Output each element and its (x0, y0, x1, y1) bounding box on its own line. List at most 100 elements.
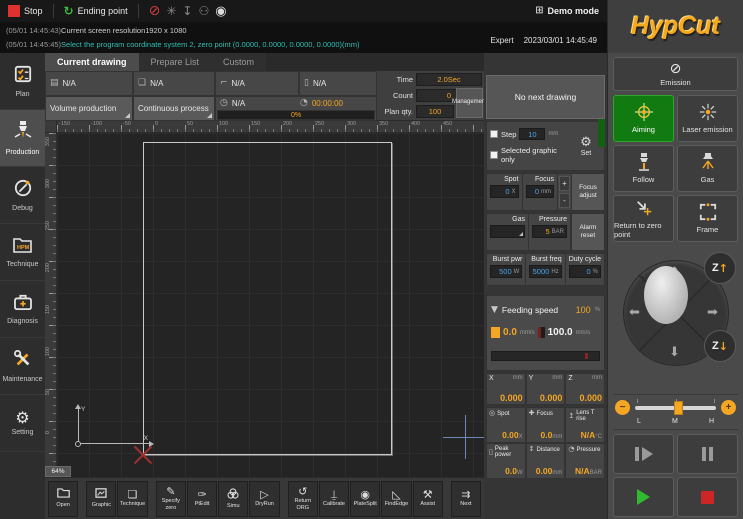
machine-stop-button[interactable] (677, 477, 738, 517)
clamp-value: N/A (232, 79, 245, 88)
focus-minus-button[interactable]: - (559, 193, 570, 208)
tab-prepare-list[interactable]: Prepare List (139, 53, 212, 71)
speed-plus-button[interactable]: + (721, 400, 736, 415)
graphic-icon (95, 488, 107, 501)
speed-minus-button[interactable]: − (615, 400, 630, 415)
graphic-button[interactable]: Graphic (86, 481, 116, 517)
pressure-value: 5 (545, 227, 549, 236)
simu-button[interactable]: Simu (218, 481, 248, 517)
burst-pwr-value: 500 (499, 267, 512, 276)
tab-current-drawing[interactable]: Current drawing (45, 53, 139, 71)
laser-icon[interactable]: ✳ (166, 5, 176, 17)
jog-right-arrow[interactable]: ➡ (707, 306, 718, 319)
open-button[interactable]: Open (48, 481, 78, 517)
layers-icon: ❏ (138, 79, 146, 88)
speed-low-label: L (637, 418, 641, 425)
log-timestamp: (05/01 14:45:45) (6, 40, 61, 49)
burst-freq-input[interactable]: 5000Hz (529, 265, 561, 278)
speed-mid-label: M (672, 418, 678, 425)
stop-button[interactable]: Stop (8, 5, 43, 17)
stop-label: Stop (24, 6, 43, 16)
aiming-button[interactable]: Aiming (613, 95, 674, 142)
calibrate-button[interactable]: ⍊Calibrate (319, 481, 349, 517)
focus-adjust-button[interactable]: Focus adjust (571, 174, 604, 210)
production-mode-dropdown[interactable]: Volume production (45, 96, 133, 121)
gas-button[interactable]: Gas (677, 145, 738, 192)
log-message: Select the program coordinate system 2, … (61, 40, 360, 49)
return-org-button[interactable]: ↺Return ORG (288, 481, 318, 517)
follow-height-icon[interactable]: ↧ (182, 5, 192, 17)
process-mode-dropdown[interactable]: Continuous process (133, 96, 215, 121)
set-button[interactable]: ⚙ Set (571, 125, 601, 167)
sidebar-item-maintenance[interactable]: Maintenance (0, 338, 45, 395)
count-label: Count (379, 91, 413, 100)
selected-graphic-checkbox[interactable] (490, 151, 498, 159)
feed-speed-slider[interactable] (491, 351, 600, 361)
canvas-viewport[interactable]: Y X (57, 133, 484, 477)
pause-button[interactable] (677, 434, 738, 474)
assist-button[interactable]: ⚒Assist (413, 481, 443, 517)
step-input[interactable]: 10 (519, 128, 545, 140)
stat-value: 0.00 (536, 466, 553, 476)
management-button[interactable]: Management (456, 88, 483, 118)
specify-zero-button[interactable]: ✎Specify zero (156, 481, 186, 517)
jog-icon[interactable]: ⚇ (198, 5, 209, 17)
file-icon: ▤ (50, 79, 59, 88)
stat-value: 0.00 (502, 430, 519, 440)
plan-qty-value[interactable]: 100 (416, 105, 454, 118)
drawing-canvas[interactable]: -150-100-50050100150200250300350400450 3… (45, 121, 484, 477)
sidebar-item-technique[interactable]: HPM Technique (0, 224, 45, 281)
sidebar-item-production[interactable]: Production (0, 110, 45, 167)
z-down-button[interactable]: Z↓ (704, 330, 736, 362)
speed-slider-handle[interactable] (674, 401, 683, 415)
sidebar-label: Production (6, 149, 39, 156)
drawing-rectangle[interactable] (143, 142, 392, 455)
laser-emission-button[interactable]: Laser emission (677, 95, 738, 142)
step-checkbox[interactable] (490, 130, 498, 138)
sidebar-item-diagnosis[interactable]: Diagnosis (0, 281, 45, 338)
stat-label: Peak power (495, 446, 523, 458)
emission-button[interactable]: ⊘ Emission (613, 57, 738, 91)
tab-custom[interactable]: Custom (211, 53, 266, 71)
gas-dropdown[interactable] (490, 225, 525, 238)
sidebar-item-plan[interactable]: Plan (0, 53, 45, 110)
duty-cycle-input[interactable]: 0% (569, 265, 601, 278)
axis-name: Z (568, 375, 572, 382)
platesplit-button[interactable]: ◉PlateSplit (350, 481, 380, 517)
next-button[interactable]: ⇉Next (451, 481, 481, 517)
follow-button[interactable]: Follow (613, 145, 674, 192)
jog-down-arrow[interactable]: ⬇ (669, 346, 680, 359)
technique-button[interactable]: ❏Technique (117, 481, 147, 517)
dryrun-button[interactable]: ▷DryRun (249, 481, 279, 517)
emission-disabled-icon: ⊘ (670, 62, 682, 76)
focus-value: 0 (535, 187, 539, 196)
spot-input[interactable]: 0X (490, 185, 519, 198)
burst-pwr-input[interactable]: 500W (490, 265, 522, 278)
bottom-toolbar: Open Graphic ❏Technique ✎Specify zero ✑P… (45, 477, 484, 519)
stat-value: N/A (581, 430, 596, 440)
pressure-input[interactable]: 5BAR (532, 225, 567, 238)
sidebar-item-debug[interactable]: Debug (0, 167, 45, 224)
frame-button[interactable]: Frame (677, 195, 738, 242)
resume-button[interactable] (613, 434, 674, 474)
start-button[interactable] (613, 477, 674, 517)
findedge-button[interactable]: ◺FindEdge (381, 481, 411, 517)
focus-plus-button[interactable]: + (559, 176, 570, 191)
alarm-reset-button[interactable]: Alarm reset (571, 214, 604, 250)
origin-axes: Y X (78, 408, 150, 444)
pressure-unit: BAR (552, 229, 564, 235)
focus-icon: ✚ (529, 410, 535, 417)
focus-input[interactable]: 0mm (526, 185, 555, 198)
ending-point-button[interactable]: ↻ Ending point (64, 5, 128, 17)
jog-left-arrow[interactable]: ⬅ (629, 306, 640, 319)
z-up-button[interactable]: Z↑ (704, 252, 736, 284)
jog-center-knob[interactable] (644, 266, 688, 324)
ptedit-button[interactable]: ✑PtEdit (187, 481, 217, 517)
laser-disabled-icon[interactable]: ⊘ (149, 4, 161, 18)
return-zero-button[interactable]: Return to zero point (613, 195, 674, 242)
assist-status-icon[interactable]: ◉ (215, 5, 226, 18)
status-readout-grid: ◎Spot 0.00X ✚Focus 0.0mm ↥Lens T rise N/… (486, 407, 605, 479)
sidebar-item-setting[interactable]: ⚙ Setting (0, 395, 45, 452)
zoom-level[interactable]: 64% (45, 466, 71, 477)
clamp-icon: ⌐ (220, 79, 228, 88)
